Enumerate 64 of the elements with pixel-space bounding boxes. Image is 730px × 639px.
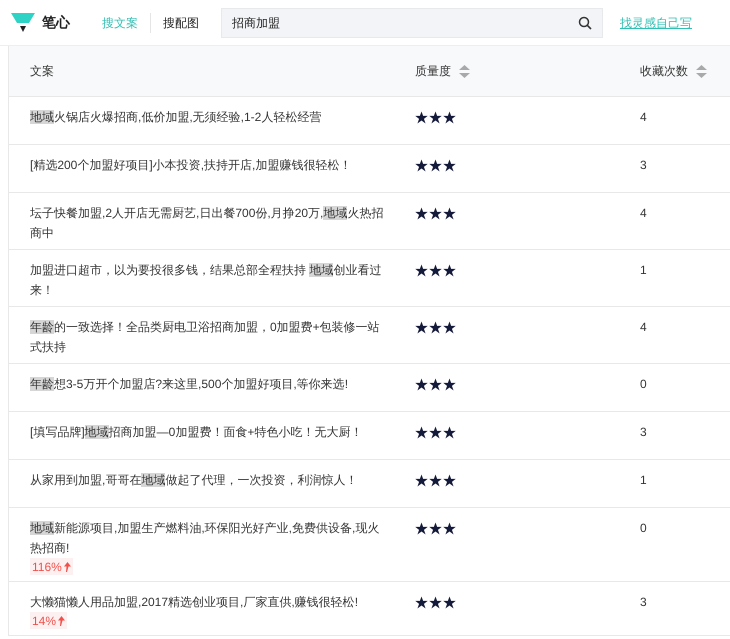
favorite-count: 3 [640,158,647,172]
star-icon [415,522,428,534]
copy-text: 坛子快餐加盟,2人开店无需厨艺,日出餐700份,月挣20万,地域火热招商中 [30,205,384,242]
star-icon [415,378,428,390]
sort-icon[interactable] [459,64,470,78]
star-icon [415,206,428,220]
star-icon [429,158,442,172]
copy-text: 加盟进口超市，以为要投很多钱，结果总部全程扶持 地域创业看过来！ [30,262,382,299]
column-header[interactable]: 质量度 [415,62,451,80]
star-icon [415,596,428,608]
star-icon [429,378,442,390]
star-icon [443,158,456,172]
star-icon [429,110,442,124]
favorite-count: 3 [640,595,647,609]
favorite-count: 4 [640,110,647,124]
star-icon [443,320,456,334]
trend-percent: 14% [32,612,56,628]
star-icon [443,522,456,534]
trend-percent: 116% [32,558,62,574]
favorite-count: 4 [640,320,647,334]
favorite-count: 3 [640,425,647,439]
copy-text: 年龄想3-5万开个加盟店?来这里,500个加盟好项目,等你来选! [30,376,350,393]
search-icon[interactable] [578,16,592,30]
logo-icon [10,10,36,34]
star-icon [429,474,442,486]
star-icon [443,378,456,390]
column-header[interactable]: 收藏次数 [640,62,688,80]
star-icon [415,320,428,334]
favorite-count: 0 [640,377,647,391]
star-icon [429,596,442,608]
column-header: 文案 [30,63,54,80]
copy-text: [精选200个加盟好项目]小本投资,扶持开店,加盟赚钱很轻松！ [30,157,352,174]
star-icon [443,206,456,220]
copy-text: 从家用到加盟,哥哥在地域做起了代理，一次投资，利润惊人！ [30,472,358,489]
star-icon [443,264,456,276]
favorite-count: 4 [640,206,647,220]
up-arrow-icon [64,562,71,572]
nav-tab[interactable]: 搜配图 [151,14,211,32]
star-icon [429,522,442,534]
star-icon [429,264,442,276]
star-icon [415,264,428,276]
copy-text: 地域火锅店火爆招商,低价加盟,无须经验,1-2人轻松经营 [30,109,322,126]
search-field[interactable]: 招商加盟 [221,8,603,38]
star-icon [415,110,428,124]
brand-name: 笔心 [42,13,70,32]
copy-text: [填写品牌]地域招商加盟—0加盟费！面食+特色小吃！无大厨！ [30,424,364,441]
star-icon [443,110,456,124]
star-icon [415,158,428,172]
favorite-count: 1 [640,263,647,277]
favorite-count: 1 [640,473,647,487]
star-icon [415,474,428,486]
star-icon [443,426,456,438]
star-icon [443,596,456,608]
star-icon [429,206,442,220]
star-icon [415,426,428,438]
star-icon [429,320,442,334]
favorite-count: 0 [640,521,647,535]
copy-text: 年龄的一致选择！全品类厨电卫浴招商加盟，0加盟费+包装修一站式扶持 [30,319,381,356]
copy-text: 地域新能源项目,加盟生产燃料油,环保阳光好产业,免费供设备,现火热招商! [30,520,380,557]
sort-icon[interactable] [696,64,707,78]
star-icon [429,426,442,438]
up-arrow-icon [58,616,66,626]
star-icon [443,474,456,486]
copy-text: 大懒猫懒人用品加盟,2017精选创业项目,厂家直供,赚钱很轻松! [30,594,360,611]
